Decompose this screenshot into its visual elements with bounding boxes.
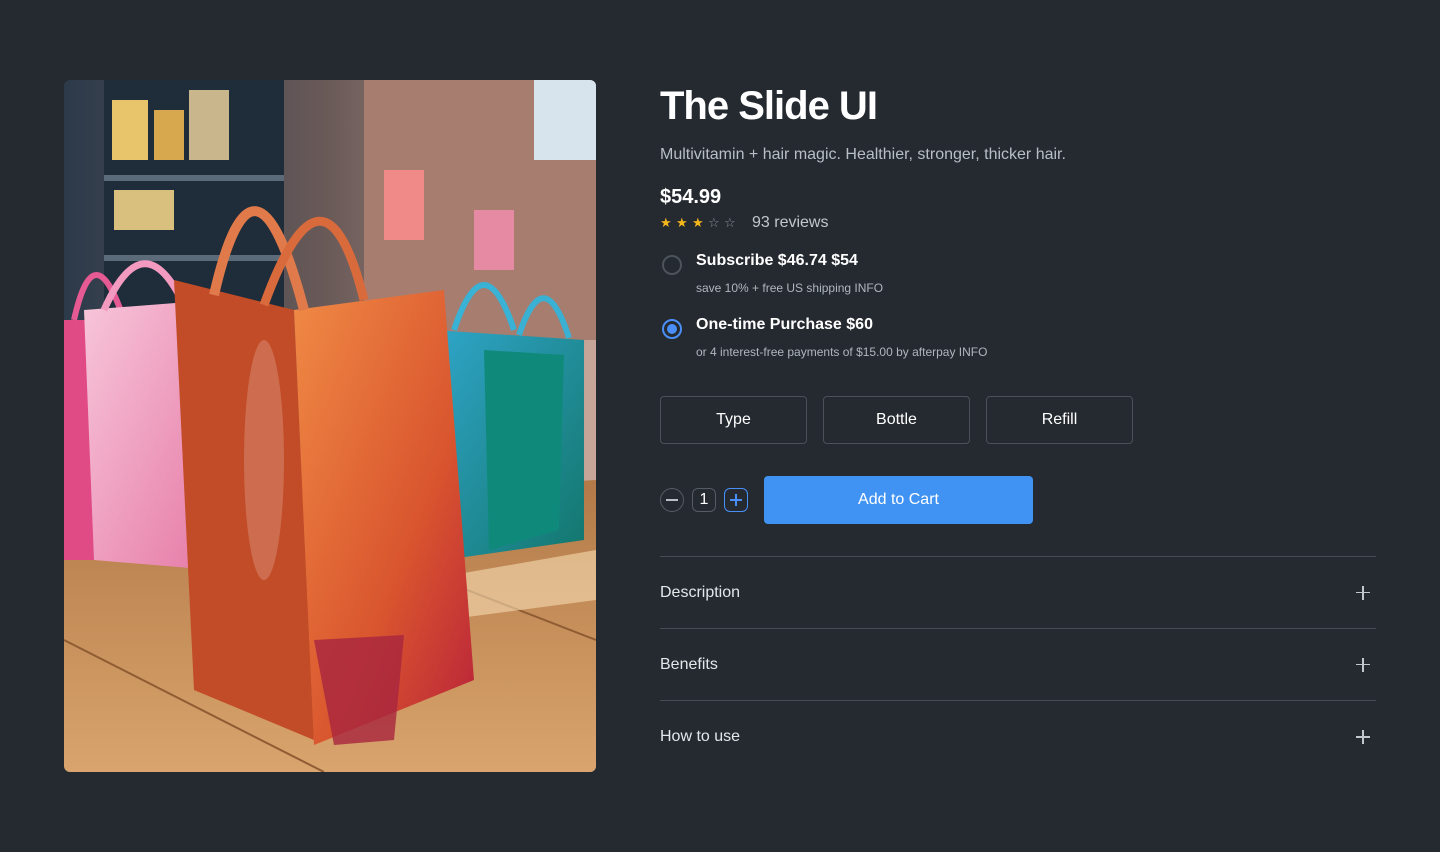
- option-title: Subscribe $46.74 $54: [696, 252, 858, 269]
- accordion-how-to-use[interactable]: How to use: [660, 701, 1376, 773]
- accordion-benefits[interactable]: Benefits: [660, 629, 1376, 701]
- product-info: The Slide UI Multivitamin + hair magic. …: [660, 80, 1376, 773]
- purchase-option-subscribe[interactable]: Subscribe $46.74 $54 save 10% + free US …: [660, 252, 1376, 300]
- star-filled-icon: ★: [692, 215, 704, 230]
- add-to-cart-button[interactable]: Add to Cart: [764, 476, 1033, 524]
- variant-type-button[interactable]: Type: [660, 396, 807, 444]
- star-empty-icon: ☆: [708, 215, 720, 230]
- quantity-value[interactable]: 1: [692, 488, 716, 512]
- minus-icon: [666, 499, 678, 501]
- product-price: $54.99: [660, 186, 722, 208]
- accordion-label: Description: [660, 583, 741, 601]
- plus-icon[interactable]: [1356, 730, 1370, 744]
- cart-row: 1 Add to Cart: [660, 476, 1376, 524]
- option-subtext: or 4 interest-free payments of $15.00 by…: [696, 345, 988, 359]
- star-filled-icon: ★: [676, 215, 688, 230]
- accordion-description[interactable]: Description: [660, 557, 1376, 629]
- product-subtitle: Multivitamin + hair magic. Healthier, st…: [660, 146, 1066, 163]
- accordion-label: How to use: [660, 728, 741, 745]
- star-empty-icon: ☆: [724, 215, 736, 230]
- variant-bottle-button[interactable]: Bottle: [823, 396, 970, 444]
- option-title: One-time Purchase $60: [696, 316, 873, 333]
- plus-icon[interactable]: [1356, 657, 1370, 672]
- star-filled-icon: ★: [660, 215, 672, 230]
- review-count[interactable]: 93 reviews: [752, 214, 828, 232]
- accordion-label: Benefits: [660, 655, 718, 673]
- product-title: The Slide UI: [660, 84, 878, 128]
- option-subtext: save 10% + free US shipping INFO: [696, 281, 884, 295]
- rating: ★ ★ ★ ☆ ☆ 93 reviews: [660, 213, 1376, 233]
- radio-subscribe[interactable]: [662, 255, 682, 275]
- product-accordion: Description Benefits How to use: [660, 556, 1376, 773]
- variant-selector: Type Bottle Refill: [660, 396, 1376, 444]
- plus-icon[interactable]: [1356, 585, 1370, 600]
- product-image: [64, 80, 596, 772]
- purchase-option-one-time[interactable]: One-time Purchase $60 or 4 interest-free…: [660, 316, 1376, 364]
- variant-refill-button[interactable]: Refill: [986, 396, 1133, 444]
- decrease-quantity-button[interactable]: [660, 488, 684, 512]
- increase-quantity-button[interactable]: [724, 488, 748, 512]
- radio-one-time[interactable]: [662, 319, 682, 339]
